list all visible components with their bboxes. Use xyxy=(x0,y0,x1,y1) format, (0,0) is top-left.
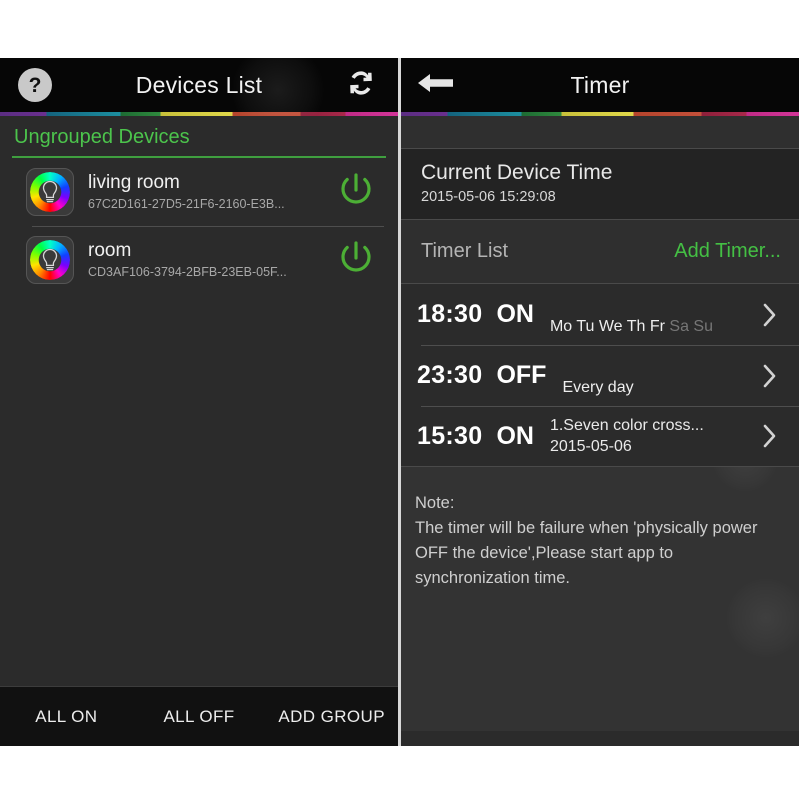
add-group-button[interactable]: ADD GROUP xyxy=(265,707,398,727)
power-button[interactable] xyxy=(328,232,384,288)
question-mark-icon: ? xyxy=(18,68,52,102)
device-text: living room 67C2D161-27D5-21F6-2160-E3B.… xyxy=(74,172,328,213)
timer-date-label: 2015-05-06 xyxy=(549,438,632,455)
timer-list-label: Timer List xyxy=(421,240,509,262)
timer-navbar: Timer xyxy=(401,58,799,112)
power-icon xyxy=(334,168,378,217)
note-line-1: Note: xyxy=(415,494,455,512)
timer-time: 15:30 xyxy=(417,421,483,450)
timer-detail: Every day xyxy=(562,378,757,406)
current-device-time-value: 2015-05-06 15:29:08 xyxy=(421,189,556,205)
timer-state: OFF xyxy=(496,361,547,389)
power-button[interactable] xyxy=(328,164,384,220)
current-device-time-section: Current Device Time 2015-05-06 15:29:08 xyxy=(401,149,799,220)
chevron-right-icon xyxy=(757,302,783,328)
timer-detail: Mo Tu We Th Fr Sa Su xyxy=(550,317,757,345)
timer-panel: Timer Current Device Time 2015-05-06 15:… xyxy=(401,58,799,746)
note-glare-upper xyxy=(713,467,777,491)
back-arrow-icon xyxy=(416,70,456,101)
bulb-glyph xyxy=(42,248,58,271)
bottom-toolbar: ALL ON ALL OFF ADD GROUP xyxy=(0,686,398,746)
timer-list-header: Timer List Add Timer... xyxy=(401,220,799,284)
power-icon xyxy=(334,236,378,285)
timer-state: ON xyxy=(496,300,534,328)
back-button[interactable] xyxy=(411,58,461,112)
rgb-bulb-icon xyxy=(26,236,74,284)
timer-row[interactable]: 15:30 ON 1.Seven color cross... 2015-05-… xyxy=(401,406,799,467)
device-list: living room 67C2D161-27D5-21F6-2160-E3B.… xyxy=(0,158,398,294)
devices-list-navbar: ? Devices List xyxy=(0,58,398,136)
chevron-right-icon xyxy=(757,363,783,389)
screenshot-stage: ? Devices List Ungrouped Devices living … xyxy=(0,0,800,800)
devices-list-panel: ? Devices List Ungrouped Devices living … xyxy=(0,58,398,746)
timer-row[interactable]: 18:30 ON Mo Tu We Th Fr Sa Su xyxy=(401,284,799,345)
device-uuid: CD3AF106-3794-2BFB-23EB-05F... xyxy=(88,264,287,279)
note-line-3: OFF the device',Please start app to xyxy=(415,544,674,562)
timer-days-inactive-text: Sa Su xyxy=(669,318,713,335)
timer-detail: 1.Seven color cross... 2015-05-06 xyxy=(550,415,757,457)
device-name: room xyxy=(88,239,132,261)
page-title: Timer xyxy=(570,71,630,98)
timer-days: Every day xyxy=(562,379,634,396)
chevron-right-icon xyxy=(757,423,783,449)
timer-row[interactable]: 23:30 OFF Every day xyxy=(401,345,799,406)
group-header-ungrouped[interactable]: Ungrouped Devices xyxy=(0,116,398,158)
timer-time: 23:30 xyxy=(417,361,483,389)
device-row[interactable]: room CD3AF106-3794-2BFB-23EB-05F... xyxy=(0,226,398,294)
all-on-button[interactable]: ALL ON xyxy=(0,707,133,727)
page-title: Devices List xyxy=(135,71,263,98)
refresh-button[interactable] xyxy=(336,58,386,112)
top-spacer-band xyxy=(401,116,799,149)
all-off-button[interactable]: ALL OFF xyxy=(133,707,266,727)
device-text: room CD3AF106-3794-2BFB-23EB-05F... xyxy=(74,240,328,281)
timer-state: ON xyxy=(496,421,534,450)
bulb-glyph xyxy=(42,180,58,203)
timer-time: 18:30 xyxy=(417,300,483,328)
timer-mode-label: 1.Seven color cross... xyxy=(549,417,704,434)
note-section: Note: The timer will be failure when 'ph… xyxy=(401,467,799,731)
note-line-4: synchronization time. xyxy=(415,569,570,587)
timer-rows: 18:30 ON Mo Tu We Th Fr Sa Su 23:30 OFF … xyxy=(401,284,799,467)
device-row[interactable]: living room 67C2D161-27D5-21F6-2160-E3B.… xyxy=(0,158,398,226)
help-button[interactable]: ? xyxy=(10,58,60,112)
device-name: living room xyxy=(88,171,180,193)
group-header-label: Ungrouped Devices xyxy=(14,125,190,148)
add-timer-button[interactable]: Add Timer... xyxy=(674,240,781,263)
timer-days: Mo Tu We Th Fr Sa Su xyxy=(550,317,757,337)
timer-days-active: Mo Tu We Th Fr xyxy=(549,318,665,335)
refresh-icon xyxy=(345,67,377,104)
current-device-time-label: Current Device Time xyxy=(421,161,613,184)
device-uuid: 67C2D161-27D5-21F6-2160-E3B... xyxy=(88,196,285,211)
note-line-2: The timer will be failure when 'physical… xyxy=(415,519,758,537)
rgb-bulb-icon xyxy=(26,168,74,216)
